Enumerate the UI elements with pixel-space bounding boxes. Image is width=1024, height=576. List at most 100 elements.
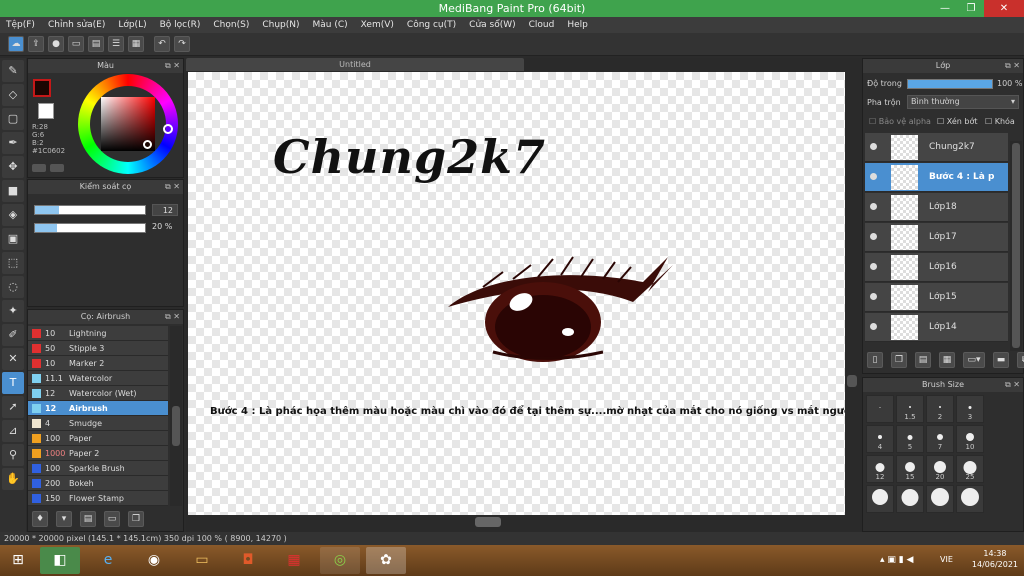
brush-size-cell[interactable]: 4 bbox=[866, 425, 894, 453]
hue-picker-marker[interactable] bbox=[163, 124, 173, 134]
brush-list-item[interactable]: 150 Flower Stamp bbox=[28, 491, 168, 506]
menu-window[interactable]: Cửa sổ(W) bbox=[469, 20, 515, 30]
brush-list-item[interactable]: 10 Lightning bbox=[28, 326, 168, 341]
secondary-color-swatch[interactable] bbox=[38, 103, 54, 119]
layer-folder-icon[interactable]: ▬ bbox=[993, 352, 1009, 368]
brush-size-cell[interactable] bbox=[866, 395, 894, 423]
menu-layer[interactable]: Lớp(L) bbox=[118, 20, 146, 30]
bluestacks-icon[interactable]: ◧ bbox=[40, 547, 80, 574]
brush-size-cell[interactable]: 20 bbox=[926, 455, 954, 483]
menu-help[interactable]: Help bbox=[567, 20, 588, 30]
brush-size-cell[interactable]: 5 bbox=[896, 425, 924, 453]
color-mode-button[interactable] bbox=[32, 164, 46, 172]
panel-close-icon[interactable]: ⧉ ✕ bbox=[165, 180, 180, 194]
brush-tool-icon[interactable]: ✎ bbox=[2, 60, 24, 82]
internet-explorer-icon[interactable]: e bbox=[88, 547, 128, 574]
hue-wheel[interactable] bbox=[78, 74, 178, 174]
brush-size-slider[interactable] bbox=[34, 205, 146, 215]
blend-mode-select[interactable]: Bình thường ▾ bbox=[907, 95, 1019, 109]
brush-size-value[interactable]: 12 bbox=[152, 204, 178, 216]
brush-list-item[interactable]: 12 Watercolor (Wet) bbox=[28, 386, 168, 401]
layer-visibility-icon[interactable] bbox=[870, 143, 877, 150]
brush-list-item[interactable]: 200 Bokeh bbox=[28, 476, 168, 491]
brush-list-scrollbar[interactable] bbox=[170, 326, 182, 506]
app-green-icon[interactable]: ◎ bbox=[320, 547, 360, 574]
panel-close-icon[interactable]: ⧉ ✕ bbox=[165, 310, 180, 324]
color-picker-button[interactable] bbox=[50, 164, 64, 172]
office-icon[interactable]: ◘ bbox=[228, 547, 268, 574]
lock-checkbox[interactable]: ☐ Khóa bbox=[985, 117, 1015, 126]
layer-visibility-icon[interactable] bbox=[870, 323, 877, 330]
brush-list-item[interactable]: 1000 Paper 2 bbox=[28, 446, 168, 461]
layer-visibility-icon[interactable] bbox=[870, 203, 877, 210]
windows-start-icon[interactable]: ⊞ bbox=[2, 547, 34, 574]
layer-row[interactable]: Lớp18 bbox=[865, 193, 1008, 222]
brush-copy-icon[interactable]: ▤ bbox=[80, 511, 96, 527]
layer-row[interactable]: Lớp17 bbox=[865, 223, 1008, 252]
document-tab[interactable]: Untitled bbox=[186, 58, 524, 71]
new-layer-icon[interactable]: ▯ bbox=[867, 352, 883, 368]
delete-layer-icon[interactable]: ▦ bbox=[939, 352, 955, 368]
redo-icon[interactable]: ↷ bbox=[174, 36, 190, 52]
select-eraser-tool-icon[interactable]: ✕ bbox=[2, 348, 24, 370]
brush-size-cell[interactable]: 12 bbox=[866, 455, 894, 483]
menu-cloud[interactable]: Cloud bbox=[529, 20, 555, 30]
brush-opacity-slider[interactable] bbox=[34, 223, 146, 233]
magic-wand-tool-icon[interactable]: ✦ bbox=[2, 300, 24, 322]
brush-size-cell[interactable] bbox=[866, 485, 894, 513]
gradient-tool-icon[interactable]: ▣ bbox=[2, 228, 24, 250]
clipping-checkbox[interactable]: ☐ Xén bớt bbox=[937, 117, 977, 126]
brush-list-item[interactable]: 10 Marker 2 bbox=[28, 356, 168, 371]
primary-color-swatch[interactable] bbox=[33, 79, 51, 97]
dropper-tool-icon[interactable]: ⊿ bbox=[2, 420, 24, 442]
layer-row[interactable]: Chung2k7 bbox=[865, 133, 1008, 162]
brush-list-item[interactable]: 50 Stipple 3 bbox=[28, 341, 168, 356]
brush-size-cell[interactable]: 10 bbox=[956, 425, 984, 453]
brush-size-cell[interactable] bbox=[896, 485, 924, 513]
add-brush-icon[interactable]: ♦ bbox=[32, 511, 48, 527]
layer-row[interactable]: Lớp16 bbox=[865, 253, 1008, 282]
menu-snap[interactable]: Chụp(N) bbox=[262, 20, 299, 30]
app-red-icon[interactable]: ▦ bbox=[274, 547, 314, 574]
protect-alpha-checkbox[interactable]: ☐ Bảo vệ alpha bbox=[869, 117, 931, 126]
chat-icon[interactable]: ▭ bbox=[68, 36, 84, 52]
brush-size-cell[interactable]: 1.5 bbox=[896, 395, 924, 423]
text-tool-icon[interactable]: T bbox=[2, 372, 24, 394]
brush-size-cell[interactable] bbox=[956, 485, 984, 513]
copy-layer-icon[interactable]: ❐ bbox=[891, 352, 907, 368]
pages-icon[interactable]: ☰ bbox=[108, 36, 124, 52]
layer-list-scrollbar[interactable] bbox=[1010, 141, 1022, 351]
layer-row[interactable]: Bước 4 : Là p bbox=[865, 163, 1008, 192]
move-tool-icon[interactable]: ✥ bbox=[2, 156, 24, 178]
layer-row[interactable]: Lớp15 bbox=[865, 283, 1008, 312]
rect-tool-icon[interactable]: ▢ bbox=[2, 108, 24, 130]
bucket-tool-icon[interactable]: ◈ bbox=[2, 204, 24, 226]
brush-list-item[interactable]: 100 Paper bbox=[28, 431, 168, 446]
panel-close-icon[interactable]: ⧉ ✕ bbox=[165, 59, 180, 73]
value-picker-marker[interactable] bbox=[143, 140, 152, 149]
brush-duplicate-icon[interactable]: ❐ bbox=[128, 511, 144, 527]
menu-select[interactable]: Chọn(S) bbox=[213, 20, 249, 30]
layer-row[interactable]: Lớp14 bbox=[865, 313, 1008, 342]
brush-folder-icon[interactable]: ▭ bbox=[104, 511, 120, 527]
page-icon[interactable]: ▤ bbox=[88, 36, 104, 52]
brush-list-item[interactable]: 11.1 Watercolor bbox=[28, 371, 168, 386]
panel-close-icon[interactable]: ⧉ ✕ bbox=[1005, 59, 1020, 73]
layer-info-icon[interactable]: ▤ bbox=[915, 352, 931, 368]
maximize-button[interactable]: ❐ bbox=[958, 0, 984, 17]
layer-opacity-slider[interactable] bbox=[907, 79, 993, 89]
layer-visibility-icon[interactable] bbox=[870, 293, 877, 300]
brush-size-cell[interactable] bbox=[926, 485, 954, 513]
select-pen-tool-icon[interactable]: ✐ bbox=[2, 324, 24, 346]
drawing-canvas[interactable]: Chung2k7 Bước 4 : Là phác họa thêm màu h… bbox=[188, 72, 859, 515]
menu-view[interactable]: Xem(V) bbox=[361, 20, 394, 30]
file-explorer-icon[interactable]: ▭ bbox=[182, 547, 222, 574]
menu-filter[interactable]: Bộ lọc(R) bbox=[160, 20, 201, 30]
brush-size-cell[interactable]: 7 bbox=[926, 425, 954, 453]
brush-size-cell[interactable]: 3 bbox=[956, 395, 984, 423]
tray-icons[interactable]: ▴ ▣ ▮ ◀ bbox=[880, 555, 913, 565]
minimize-button[interactable]: — bbox=[932, 0, 958, 17]
select-rect-tool-icon[interactable]: ⬚ bbox=[2, 252, 24, 274]
merge-layer-icon[interactable]: ⧉ bbox=[1017, 352, 1024, 368]
layer-visibility-icon[interactable] bbox=[870, 173, 877, 180]
